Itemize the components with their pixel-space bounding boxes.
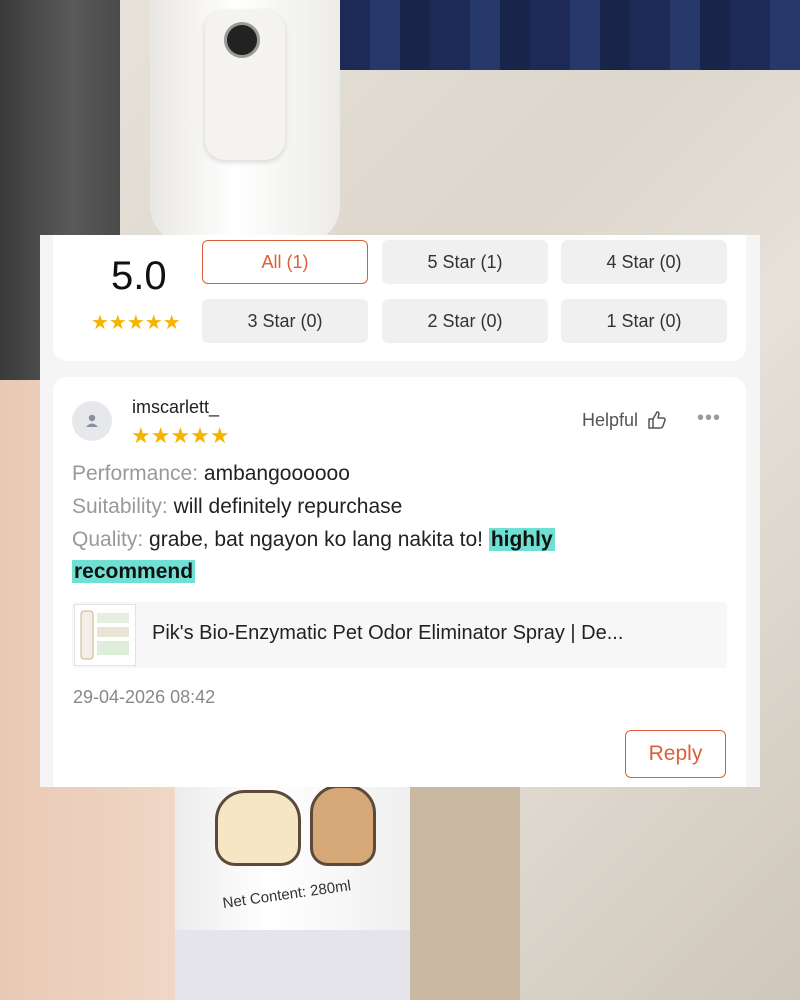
quality-highlight-2: recommend	[72, 560, 196, 583]
performance-key: Performance:	[72, 462, 199, 485]
rating-stars: ★★★★★	[91, 312, 181, 334]
user-icon	[86, 414, 98, 427]
filter-4-star[interactable]: 4 Star (0)	[561, 240, 727, 284]
reply-button[interactable]: Reply	[625, 730, 726, 778]
suitability-value: will definitely repurchase	[173, 495, 403, 518]
quality-value: grabe, bat ngayon ko lang nakita to!	[149, 528, 483, 551]
quality-key: Quality:	[72, 528, 144, 551]
quality-highlight: highly	[488, 528, 555, 551]
more-options-icon[interactable]: •••	[697, 407, 721, 430]
avatar[interactable]	[72, 401, 112, 441]
quality-line: Quality: grabe, bat ngayon ko lang nakit…	[72, 528, 555, 552]
thumbs-up-icon	[648, 411, 666, 429]
quality-line-2: recommend	[72, 560, 196, 584]
bottle-band	[175, 930, 410, 1000]
helpful-label: Helpful	[582, 409, 639, 430]
performance-value: ambangoooooo	[203, 462, 350, 485]
filter-2-star[interactable]: 2 Star (0)	[382, 299, 548, 343]
nozzle-hole	[224, 22, 260, 58]
product-thumbnail	[74, 604, 136, 666]
performance-line: Performance: ambangoooooo	[72, 462, 350, 486]
filter-3-star[interactable]: 3 Star (0)	[202, 299, 368, 343]
review-screenshot: 5.0 ★★★★★ All (1) 5 Star (1) 4 Star (0) …	[40, 235, 760, 787]
filter-1-star[interactable]: 1 Star (0)	[561, 299, 727, 343]
review-timestamp: 29-04-2026 08:42	[73, 687, 216, 707]
rating-score: 5.0	[111, 254, 167, 298]
filter-5-star[interactable]: 5 Star (1)	[382, 240, 548, 284]
review-username[interactable]: imscarlett_	[132, 397, 219, 418]
suitability-key: Suitability:	[72, 495, 168, 518]
suitability-line: Suitability: will definitely repurchase	[72, 495, 402, 519]
product-link[interactable]: Pik's Bio-Enzymatic Pet Odor Eliminator …	[72, 602, 727, 668]
dog-illustration	[215, 790, 301, 866]
product-name: Pik's Bio-Enzymatic Pet Odor Eliminator …	[152, 622, 624, 644]
review-card: imscarlett_ ★★★★★ Helpful ••• Performanc…	[53, 377, 746, 787]
rating-summary-card: 5.0 ★★★★★ All (1) 5 Star (1) 4 Star (0) …	[53, 235, 746, 361]
cat-illustration	[310, 785, 376, 866]
filter-all[interactable]: All (1)	[202, 240, 368, 284]
helpful-button[interactable]: Helpful	[582, 409, 668, 431]
review-stars: ★★★★★	[131, 423, 230, 448]
